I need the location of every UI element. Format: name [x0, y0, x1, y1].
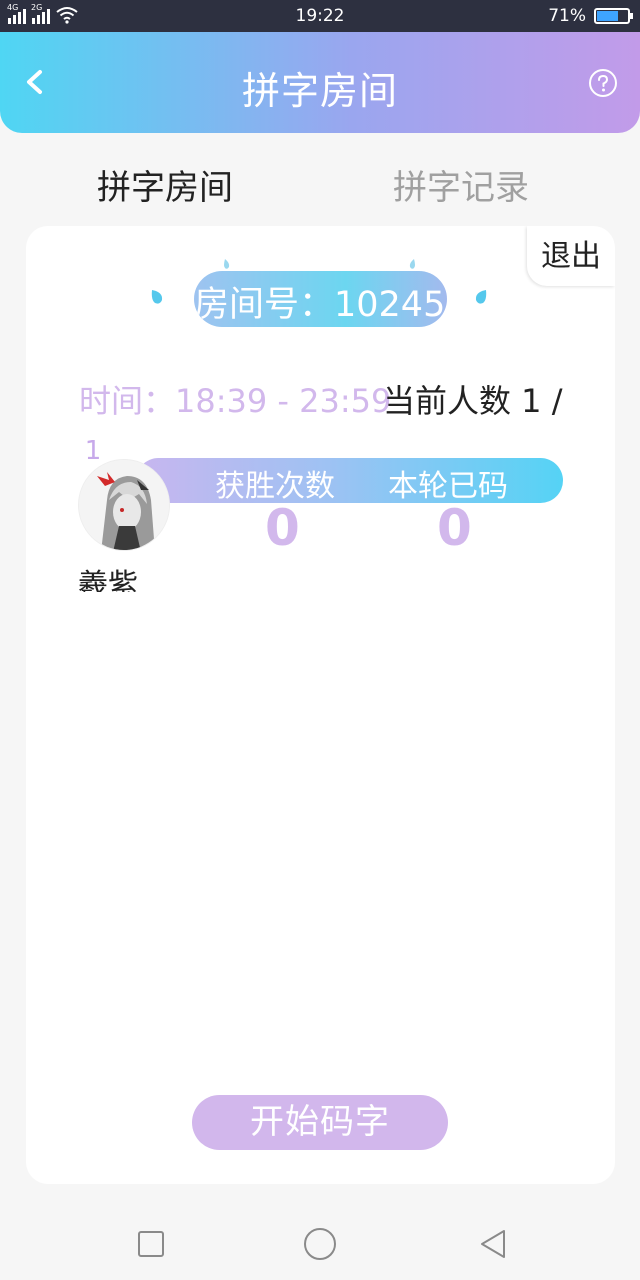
page-title: 拼字房间 — [241, 69, 398, 113]
app-header: 拼字房间 — [0, 32, 640, 133]
droplet-icon — [224, 259, 230, 269]
player-count: 当前人数 1 / — [383, 382, 563, 420]
home-icon[interactable] — [304, 1228, 336, 1260]
tab-records[interactable]: 拼字记录 — [393, 160, 529, 209]
system-nav-bar — [0, 1184, 640, 1280]
start-typing-button[interactable]: 开始码字 — [192, 1095, 448, 1150]
tab-room[interactable]: 拼字房间 — [97, 160, 233, 209]
room-number-badge: 房间号：10245 — [194, 271, 447, 327]
battery-percent: 71% — [548, 6, 586, 26]
droplet-icon — [475, 290, 487, 304]
room-card: 退出 房间号：10245 时间：18:39 - 23:59 当前人数 1 / 获… — [26, 226, 615, 1184]
rank-badge: 1 — [78, 436, 108, 466]
room-number: 房间号：10245 — [194, 285, 446, 325]
room-time: 时间：18:39 - 23:59 — [79, 382, 392, 420]
recent-apps-icon[interactable] — [138, 1231, 164, 1257]
back-triangle-icon[interactable] — [478, 1228, 508, 1260]
player-stats-bar: 获胜次数 本轮已码 — [136, 458, 563, 504]
wins-value: 0 — [265, 499, 300, 557]
tab-bar: 拼字房间 拼字记录 — [0, 160, 640, 210]
player-name: 羲紫 — [78, 568, 138, 592]
avatar[interactable] — [78, 459, 170, 551]
battery-level-fill — [597, 11, 618, 21]
exit-button[interactable]: 退出 — [527, 226, 615, 286]
battery-icon — [594, 8, 633, 24]
typed-value: 0 — [437, 499, 472, 557]
status-bar: 4G 2G 19:22 71% — [0, 0, 640, 32]
clock: 19:22 — [295, 6, 345, 26]
droplet-icon — [151, 290, 163, 304]
question-circle-icon[interactable] — [588, 68, 618, 98]
avatar-image — [79, 460, 169, 550]
droplet-icon — [409, 259, 415, 269]
